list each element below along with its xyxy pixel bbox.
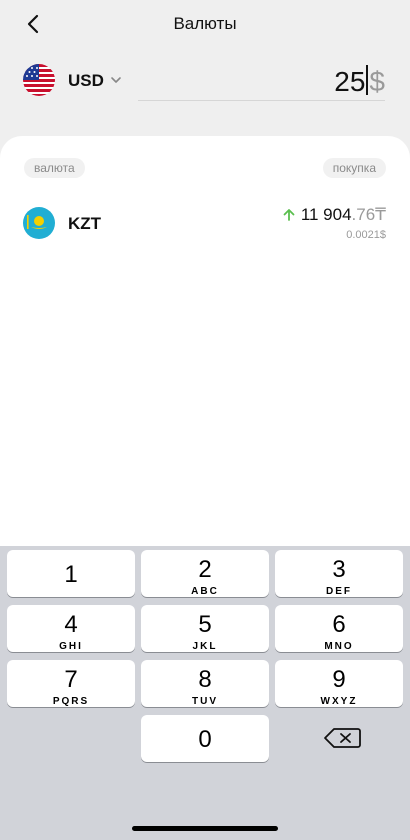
rate-integer: 11 904 bbox=[300, 205, 352, 224]
key-letters: MNO bbox=[324, 641, 354, 652]
source-currency-code[interactable]: USD bbox=[68, 71, 104, 91]
key-7[interactable]: 7 PQRS bbox=[7, 660, 135, 707]
kz-flag-icon bbox=[23, 207, 55, 239]
key-letters: JKL bbox=[192, 641, 218, 652]
key-digit: 8 bbox=[198, 666, 212, 693]
key-letters: ABC bbox=[191, 586, 219, 597]
key-digit: 6 bbox=[332, 611, 346, 638]
key-0[interactable]: 0 bbox=[141, 715, 269, 762]
column-header-currency: валюта bbox=[24, 158, 85, 178]
amount-currency-symbol: $ bbox=[369, 66, 385, 97]
key-letters: DEF bbox=[326, 586, 352, 597]
key-5[interactable]: 5 JKL bbox=[141, 605, 269, 652]
amount-underline bbox=[138, 100, 385, 101]
key-letters: PQRS bbox=[52, 696, 90, 707]
us-flag-icon[interactable] bbox=[23, 64, 55, 96]
header-area: Валюты USD 25 $ bbox=[0, 0, 410, 150]
backspace-icon[interactable] bbox=[322, 727, 362, 749]
rate-value: 11 904 .76₸ bbox=[282, 205, 386, 225]
rates-sheet: валюта покупка KZT 11 904 .76₸ 0.0021$ bbox=[0, 136, 410, 546]
key-digit: 0 bbox=[198, 726, 212, 753]
amount-input[interactable]: 25 $ bbox=[334, 60, 385, 98]
inverse-rate: 0.0021$ bbox=[346, 229, 386, 241]
column-header-buy: покупка bbox=[322, 158, 386, 178]
key-6[interactable]: 6 MNO bbox=[275, 605, 403, 652]
key-digit: 7 bbox=[64, 666, 78, 693]
key-letters: TUV bbox=[192, 696, 218, 707]
home-indicator[interactable] bbox=[132, 826, 278, 831]
key-letters: WXYZ bbox=[320, 696, 358, 707]
text-cursor bbox=[366, 65, 369, 95]
key-digit: 4 bbox=[64, 611, 78, 638]
rate-fraction: .76₸ bbox=[351, 205, 386, 224]
key-2[interactable]: 2 ABC bbox=[141, 550, 269, 597]
key-digit: 3 bbox=[332, 556, 346, 583]
amount-value: 25 bbox=[334, 66, 366, 97]
page-title: Валюты bbox=[173, 14, 237, 33]
key-digit: 9 bbox=[332, 666, 346, 693]
numeric-keypad: 1 2 ABC 3 DEF 4 GHI 5 JKL 6 MNO 7 PQRS 8… bbox=[0, 546, 410, 840]
key-digit: 5 bbox=[198, 611, 212, 638]
arrow-up-icon bbox=[283, 209, 295, 221]
key-3[interactable]: 3 DEF bbox=[275, 550, 403, 597]
rate-currency-code: KZT bbox=[68, 214, 102, 233]
key-8[interactable]: 8 TUV bbox=[141, 660, 269, 707]
key-9[interactable]: 9 WXYZ bbox=[275, 660, 403, 707]
key-digit: 2 bbox=[198, 556, 212, 583]
key-digit: 1 bbox=[64, 561, 78, 588]
key-letters: GHI bbox=[59, 641, 83, 652]
key-1[interactable]: 1 bbox=[7, 550, 135, 597]
key-4[interactable]: 4 GHI bbox=[7, 605, 135, 652]
chevron-down-icon[interactable] bbox=[110, 74, 122, 86]
rate-row-kzt[interactable]: KZT 11 904 .76₸ 0.0021$ bbox=[0, 202, 410, 246]
